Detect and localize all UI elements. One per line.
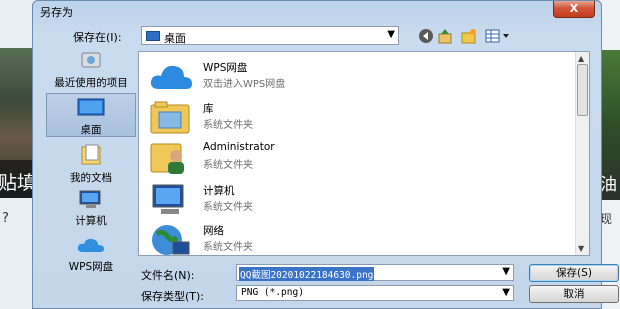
file-list: WPS网盘 双击进入WPS网盘 库 系统文件夹 Administrator 系统… bbox=[138, 51, 590, 256]
place-my-documents[interactable]: 我的文档 bbox=[46, 144, 136, 184]
chevron-down-icon: ▼ bbox=[502, 287, 510, 298]
list-item[interactable]: Administrator 系统文件夹 bbox=[145, 138, 425, 178]
item-name: 计算机 bbox=[203, 185, 235, 197]
save-in-label: 保存在(I): bbox=[73, 31, 122, 44]
item-name: 网络 bbox=[203, 225, 224, 237]
file-type-dropdown[interactable]: PNG (*.png) ▼ bbox=[236, 285, 514, 301]
background-text-right: 油 bbox=[600, 175, 617, 195]
chevron-down-icon: ▼ bbox=[387, 29, 395, 40]
file-type-value: PNG (*.png) bbox=[241, 287, 304, 298]
place-label: WPS网盘 bbox=[68, 261, 114, 273]
list-item[interactable]: WPS网盘 双击进入WPS网盘 bbox=[145, 57, 425, 97]
background-text: 贴填 bbox=[0, 172, 37, 194]
background-question-mark: ? bbox=[2, 211, 9, 226]
scroll-up-icon[interactable]: ▲ bbox=[578, 54, 584, 63]
dialog-title: 另存为 bbox=[40, 6, 73, 19]
place-label: 最近使用的项目 bbox=[54, 77, 128, 89]
list-item[interactable]: 库 系统文件夹 bbox=[145, 98, 425, 138]
item-name: Administrator bbox=[203, 141, 275, 153]
file-name-value: QQ截图20201022184630.png bbox=[239, 267, 375, 281]
item-description: 系统文件夹 bbox=[203, 120, 253, 131]
network-icon bbox=[152, 225, 190, 255]
up-folder-icon[interactable] bbox=[437, 28, 453, 44]
file-type-label: 保存类型(T): bbox=[141, 290, 205, 303]
item-description: 系统文件夹 bbox=[203, 202, 253, 213]
list-item[interactable]: 计算机 系统文件夹 bbox=[145, 180, 425, 220]
place-desktop[interactable]: 桌面 bbox=[46, 93, 136, 137]
place-recent-items[interactable]: 最近使用的项目 bbox=[46, 51, 136, 89]
back-icon[interactable] bbox=[418, 28, 434, 44]
cloud-icon bbox=[77, 238, 104, 252]
new-folder-icon[interactable] bbox=[461, 28, 477, 44]
save-in-value: 桌面 bbox=[164, 32, 186, 45]
file-name-input[interactable]: QQ截图20201022184630.png ▼ bbox=[236, 264, 514, 281]
close-button[interactable]: X bbox=[553, 1, 595, 18]
scroll-down-icon[interactable]: ▼ bbox=[578, 244, 584, 253]
save-as-dialog: 另存为 X 保存在(I): 桌面 ▼ 最近使用的项目 桌面 我的文档 计算机 W… bbox=[32, 0, 619, 309]
item-name: 库 bbox=[203, 103, 214, 115]
item-description: 系统文件夹 bbox=[203, 242, 253, 253]
vertical-scrollbar[interactable]: ▲ ▼ bbox=[575, 52, 589, 255]
save-button[interactable]: 保存(S) bbox=[529, 264, 619, 282]
computer-icon bbox=[152, 184, 184, 214]
place-label: 计算机 bbox=[75, 215, 107, 227]
chevron-down-icon[interactable]: ▼ bbox=[502, 266, 510, 277]
save-in-dropdown[interactable]: 桌面 ▼ bbox=[141, 26, 399, 45]
dialog-titlebar[interactable]: 另存为 X bbox=[33, 1, 601, 21]
place-computer[interactable]: 计算机 bbox=[46, 189, 136, 227]
cancel-button[interactable]: 取消 bbox=[529, 285, 619, 303]
item-description: 系统文件夹 bbox=[203, 160, 253, 171]
place-label: 我的文档 bbox=[70, 172, 112, 184]
background-window-left: 贴填 ? bbox=[0, 0, 36, 309]
place-wps-cloud[interactable]: WPS网盘 bbox=[46, 235, 136, 273]
documents-icon bbox=[81, 144, 101, 165]
desktop-icon bbox=[77, 98, 105, 116]
view-menu-icon[interactable] bbox=[485, 28, 511, 44]
scrollbar-thumb[interactable] bbox=[577, 64, 588, 116]
cloud-icon bbox=[150, 65, 192, 89]
library-folder-icon bbox=[150, 101, 190, 134]
places-bar: 最近使用的项目 桌面 我的文档 计算机 WPS网盘 bbox=[46, 51, 136, 281]
background-window-right: 油 现 以 bbox=[600, 0, 620, 309]
close-icon: X bbox=[569, 2, 579, 15]
file-name-label: 文件名(N): bbox=[141, 269, 195, 282]
desktop-icon bbox=[146, 31, 160, 41]
computer-icon bbox=[79, 190, 101, 208]
place-label: 桌面 bbox=[80, 124, 102, 136]
item-name: WPS网盘 bbox=[203, 62, 248, 74]
user-folder-icon bbox=[150, 143, 184, 174]
list-item[interactable]: 网络 系统文件夹 bbox=[145, 220, 425, 260]
recent-items-icon bbox=[81, 52, 101, 68]
item-description: 双击进入WPS网盘 bbox=[203, 79, 286, 90]
